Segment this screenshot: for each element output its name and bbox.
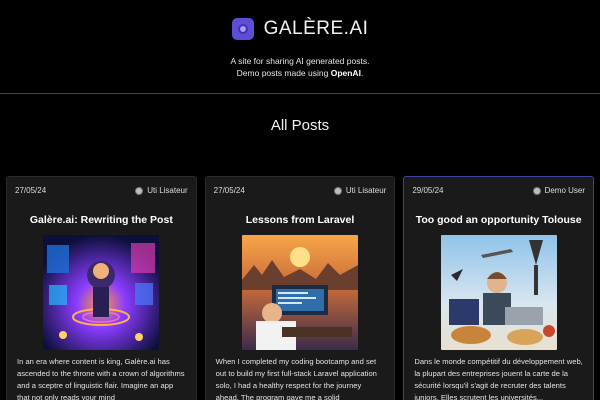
- post-meta: 27/05/24 Uti Lisateur: [206, 177, 395, 195]
- post-thumbnail[interactable]: [43, 235, 160, 350]
- author-name: Uti Lisateur: [147, 186, 188, 195]
- post-card[interactable]: 27/05/24 Uti Lisateur Lessons from Larav…: [204, 176, 396, 400]
- post-date: 27/05/24: [213, 186, 245, 195]
- post-excerpt: When I completed my coding bootcamp and …: [215, 357, 377, 400]
- section-title: All Posts: [270, 117, 330, 134]
- post-meta: 27/05/24 Uti Lisateur: [7, 177, 196, 195]
- tagline-line1: A site for sharing AI generated posts.: [230, 56, 370, 66]
- site-name: GALÈRE.AI: [263, 18, 369, 39]
- tagline-line2: Demo posts made using OpenAI.: [0, 67, 600, 79]
- tagline-prefix: Demo posts made using: [236, 68, 331, 78]
- post-list: 27/05/24 Uti Lisateur Galère.ai: Rewriti…: [6, 176, 595, 400]
- logo-icon: [231, 18, 254, 40]
- author-name: Uti Lisateur: [345, 186, 387, 195]
- post-date: 29/05/24: [412, 186, 444, 195]
- post-card[interactable]: 29/05/24 Demo User Too good an opportuni…: [403, 176, 595, 400]
- post-card[interactable]: 27/05/24 Uti Lisateur Galère.ai: Rewriti…: [6, 176, 197, 400]
- openai-link[interactable]: OpenAI: [331, 68, 361, 78]
- site-header: GALÈRE.AI A site for sharing AI generate…: [0, 0, 600, 94]
- post-date: 27/05/24: [15, 186, 47, 195]
- tagline-suffix: .: [360, 68, 364, 78]
- post-thumbnail[interactable]: [440, 235, 557, 350]
- post-title[interactable]: Too good an opportunity Tolouse: [404, 214, 593, 226]
- post-thumbnail[interactable]: [242, 235, 358, 350]
- brand[interactable]: GALÈRE.AI: [0, 18, 600, 40]
- avatar-icon: [333, 186, 342, 195]
- tagline: A site for sharing AI generated posts. D…: [0, 55, 600, 79]
- post-excerpt: Dans le monde compétitif du développemen…: [414, 357, 583, 400]
- author-name: Demo User: [544, 186, 586, 195]
- avatar-icon: [135, 186, 144, 195]
- post-meta: 29/05/24 Demo User: [404, 177, 593, 195]
- post-author: Uti Lisateur: [135, 186, 188, 195]
- post-excerpt: In an era where content is king, Galère.…: [17, 357, 185, 400]
- post-title[interactable]: Lessons from Laravel: [206, 214, 395, 226]
- post-author: Uti Lisateur: [333, 186, 387, 195]
- post-author: Demo User: [532, 186, 586, 195]
- post-title[interactable]: Galère.ai: Rewriting the Post: [7, 214, 196, 226]
- avatar-icon: [532, 186, 541, 195]
